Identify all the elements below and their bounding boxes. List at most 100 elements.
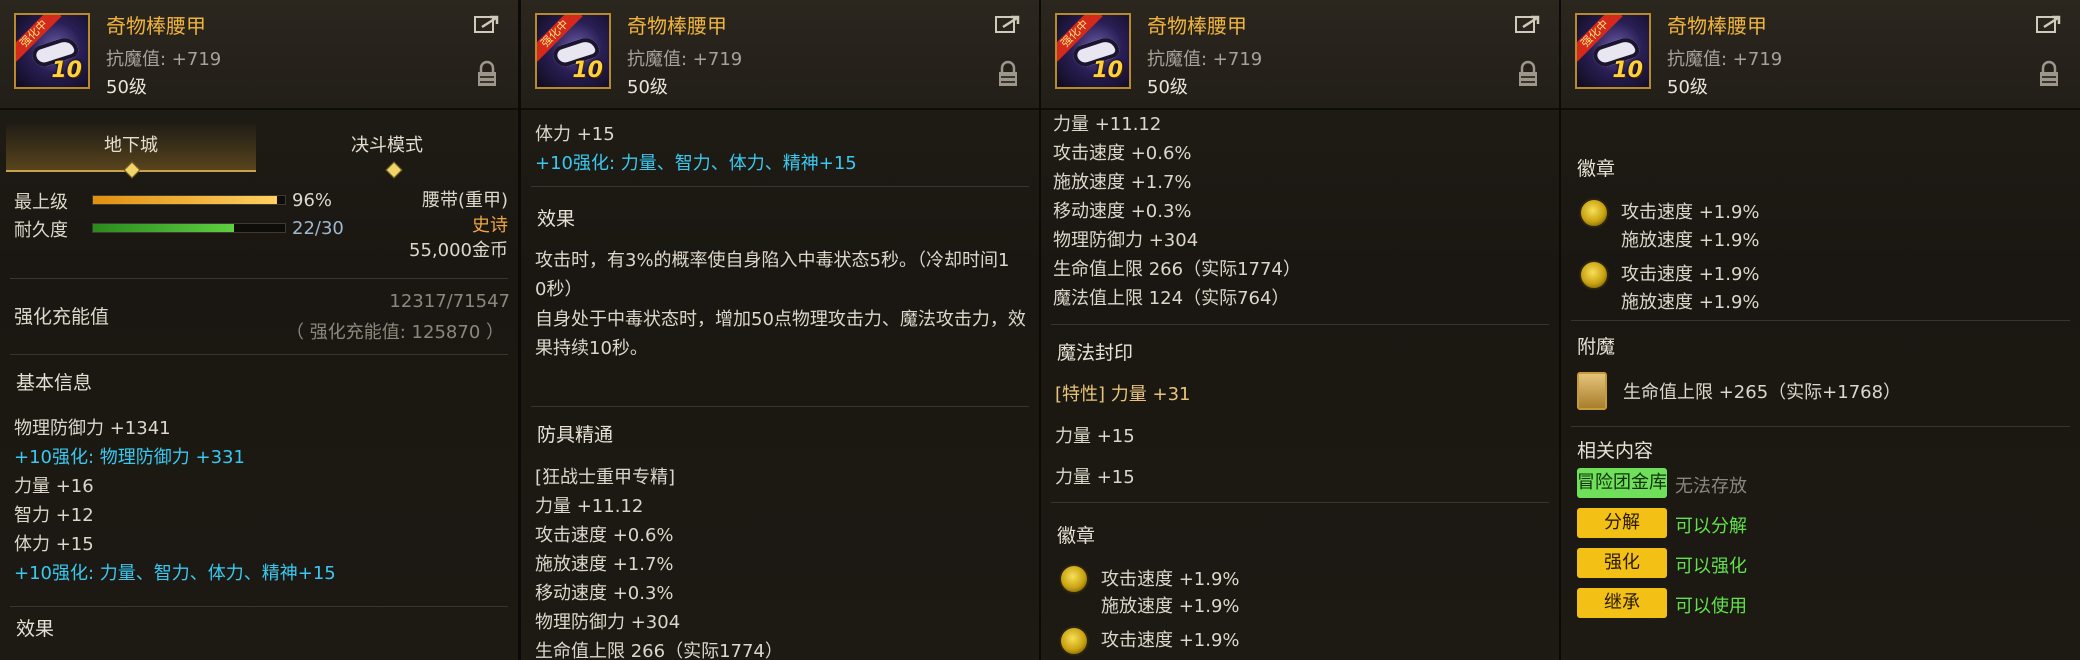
lock-icon[interactable] [997, 60, 1019, 88]
enhance-level-badge: 10 [1612, 58, 1643, 83]
emblem-stat: 施放速度 +1.9% [1101, 596, 1240, 617]
grade-bar [92, 195, 286, 205]
durability-value: 22/30 [292, 218, 344, 239]
mastery-line: 力量 +11.12 [1053, 114, 1162, 135]
enhance-level-badge: 10 [572, 58, 603, 83]
item-level: 50级 [1667, 77, 1708, 98]
mastery-line: 生命值上限 266（实际1774） [1053, 259, 1301, 280]
mastery-line: 施放速度 +1.7% [535, 554, 674, 575]
grade-label: 最上级 [14, 192, 68, 213]
mastery-line: 施放速度 +1.7% [1053, 172, 1192, 193]
stat-line: 体力 +15 [14, 534, 94, 555]
stat-line: 智力 +12 [14, 505, 94, 526]
related-action-button[interactable]: 强化 [1577, 548, 1667, 578]
effect-line: 0秒） [535, 279, 583, 300]
tab-pvp[interactable]: 决斗模式 [262, 122, 512, 170]
emblem-stat: 攻击速度 +1.9% [1101, 630, 1240, 651]
emblem-icon [1059, 626, 1089, 656]
enhance-level-badge: 10 [1092, 58, 1123, 83]
emblem-title: 徽章 [1577, 158, 1616, 180]
item-name: 奇物棒腰甲 [1147, 14, 1247, 38]
enhance-stat-line: +10强化: 物理防御力 +331 [14, 447, 245, 468]
related-action-button[interactable]: 冒险团金库 [1577, 468, 1667, 498]
charge-note: （ 强化充能值: 125870 ） [286, 322, 504, 343]
share-icon[interactable] [474, 14, 500, 34]
related-action-button[interactable]: 继承 [1577, 588, 1667, 618]
charge-value: 12317/71547 [389, 291, 510, 312]
magic-resist-value: 抗魔值: +719 [106, 49, 222, 70]
item-icon: 强化中 10 [1055, 13, 1131, 89]
emblem-stat: 攻击速度 +1.9% [1621, 202, 1760, 223]
mode-tabs: 地下城 决斗模式 [6, 122, 512, 179]
durability-label: 耐久度 [14, 220, 68, 241]
item-price: 55,000金币 [409, 240, 508, 261]
item-header: 强化中 10 奇物棒腰甲 抗魔值: +719 50级 [0, 0, 518, 110]
item-header: 强化中 10 奇物棒腰甲 抗魔值: +719 50级 [1041, 0, 1559, 110]
stat-line: 体力 +15 [535, 124, 615, 145]
item-icon: 强化中 10 [1575, 13, 1651, 89]
emblem-stat: 攻击速度 +1.9% [1621, 264, 1760, 285]
item-header: 强化中 10 奇物棒腰甲 抗魔值: +719 50级 [521, 0, 1039, 110]
seal-title: 魔法封印 [1057, 342, 1134, 364]
mastery-line: 攻击速度 +0.6% [1053, 143, 1192, 164]
related-action-button[interactable]: 分解 [1577, 508, 1667, 538]
lock-icon[interactable] [2038, 60, 2060, 88]
item-rarity: 史诗 [472, 215, 508, 236]
stat-line: 力量 +16 [14, 476, 94, 497]
enchant-title: 附魔 [1577, 336, 1616, 358]
related-status: 可以分解 [1675, 516, 1747, 537]
mastery-line: 移动速度 +0.3% [1053, 201, 1192, 222]
item-name: 奇物棒腰甲 [1667, 14, 1767, 38]
emblem-icon [1059, 564, 1089, 594]
grade-value: 96% [292, 190, 333, 211]
enchant-stat: 生命值上限 +265（实际+1768） [1623, 382, 1902, 403]
share-icon[interactable] [2036, 14, 2062, 34]
basic-info-title: 基本信息 [16, 372, 93, 394]
item-level: 50级 [106, 77, 147, 98]
share-icon[interactable] [1515, 14, 1541, 34]
enchant-card-icon [1577, 372, 1607, 410]
item-tooltip-panel-1: 强化中 10 奇物棒腰甲 抗魔值: +719 50级 地下城 决斗模式 最上级 … [0, 0, 521, 660]
related-title: 相关内容 [1577, 440, 1654, 462]
enhance-stat-line: +10强化: 力量、智力、体力、精神+15 [14, 563, 336, 584]
item-tooltip-panel-4: 强化中 10 奇物棒腰甲 抗魔值: +719 50级 徽章 攻击速度 +1.9%… [1561, 0, 2080, 660]
tooltip-body: 体力 +15 +10强化: 力量、智力、体力、精神+15 效果 攻击时，有3%的… [521, 110, 1039, 660]
stat-line: 物理防御力 +1341 [14, 418, 171, 439]
item-header: 强化中 10 奇物棒腰甲 抗魔值: +719 50级 [1561, 0, 2080, 110]
effect-title: 效果 [16, 618, 55, 640]
seal-line: 力量 +15 [1055, 426, 1135, 447]
mastery-line: [狂战士重甲专精] [535, 467, 676, 488]
tooltip-body: 徽章 攻击速度 +1.9% 施放速度 +1.9% 攻击速度 +1.9% 施放速度… [1561, 110, 2080, 660]
related-status: 无法存放 [1675, 476, 1747, 497]
item-icon: 强化中 10 [535, 13, 611, 89]
effect-line: 自身处于中毒状态时，增加50点物理攻击力、魔法攻击力，效 [535, 309, 1026, 330]
emblem-icon [1579, 198, 1609, 228]
lock-icon[interactable] [1517, 60, 1539, 88]
mastery-line: 力量 +11.12 [535, 496, 644, 517]
charge-label: 强化充能值 [14, 306, 110, 328]
tooltip-body: 力量 +11.12 攻击速度 +0.6% 施放速度 +1.7% 移动速度 +0.3% 物… [1041, 110, 1559, 660]
item-name: 奇物棒腰甲 [106, 14, 206, 38]
mastery-line: 物理防御力 +304 [535, 612, 681, 633]
item-tooltip-panel-3: 强化中 10 奇物棒腰甲 抗魔值: +719 50级 力量 +11.12 攻击速度… [1041, 0, 1562, 660]
lock-icon[interactable] [476, 60, 498, 88]
item-icon: 强化中 10 [14, 13, 90, 89]
durability-bar [92, 223, 286, 233]
magic-resist-value: 抗魔值: +719 [627, 49, 743, 70]
emblem-title: 徽章 [1057, 525, 1096, 547]
mastery-title: 防具精通 [537, 424, 614, 446]
item-tooltip-panel-2: 强化中 10 奇物棒腰甲 抗魔值: +719 50级 体力 +15 +10强化:… [521, 0, 1042, 660]
effect-line: 果持续10秒。 [535, 338, 648, 359]
seal-line: 力量 +15 [1055, 467, 1135, 488]
mastery-line: 魔法值上限 124（实际764） [1053, 288, 1290, 309]
effect-line: 攻击时，有3%的概率使自身陷入中毒状态5秒。（冷却时间1 [535, 250, 1010, 271]
related-status: 可以使用 [1675, 596, 1747, 617]
emblem-icon [1579, 260, 1609, 290]
seal-line: [特性] 力量 +31 [1055, 384, 1191, 405]
mastery-line: 攻击速度 +0.6% [535, 525, 674, 546]
mastery-line: 生命值上限 266（实际1774） [535, 641, 783, 660]
emblem-stat: 攻击速度 +1.9% [1101, 569, 1240, 590]
share-icon[interactable] [995, 14, 1021, 34]
item-name: 奇物棒腰甲 [627, 14, 727, 38]
enhance-stat-line: +10强化: 力量、智力、体力、精神+15 [535, 153, 857, 174]
